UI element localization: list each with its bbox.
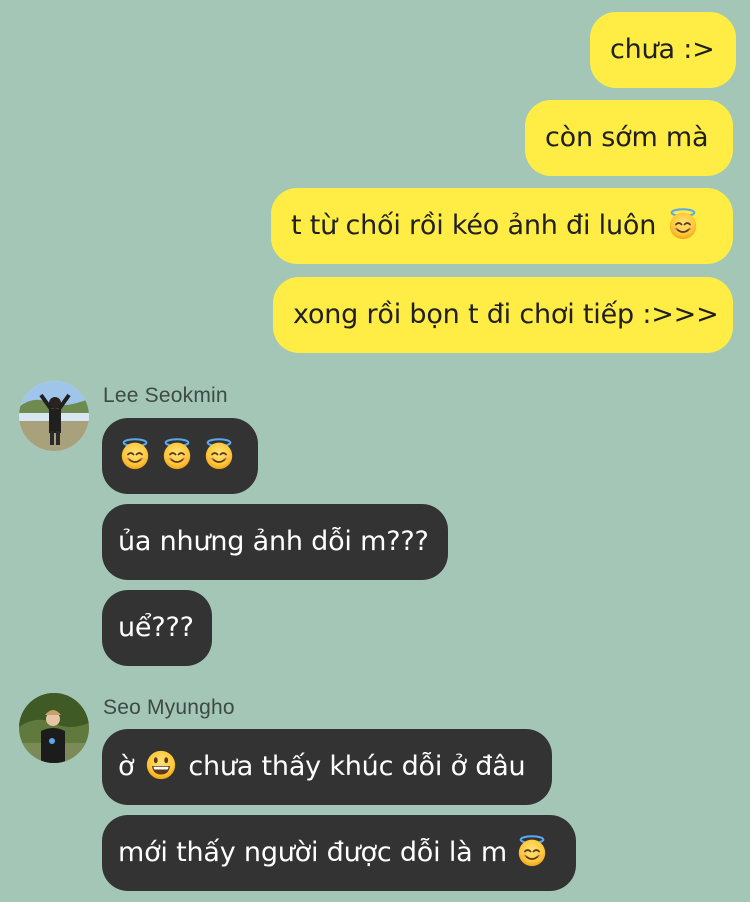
message-text: ờ (118, 751, 135, 782)
message-text: mới thấy người được dỗi là m (118, 837, 507, 868)
outgoing-message[interactable]: còn sớm mà (525, 100, 733, 176)
incoming-message[interactable] (102, 418, 258, 494)
message-text: t từ chối rồi kéo ảnh đi luôn (291, 210, 657, 241)
message-text: còn sớm mà (545, 122, 709, 153)
sender-name: Seo Myungho (103, 696, 235, 719)
chat-view[interactable]: chưa :> còn sớm mà t từ chối rồi kéo ảnh… (0, 0, 750, 902)
message-text: chưa thấy khúc dỗi ở đâu (188, 751, 526, 782)
halo-smile-emoji (118, 437, 152, 471)
halo-smile-emoji (202, 437, 236, 471)
message-text: ủa nhưng ảnh dỗi m??? (118, 526, 429, 557)
message-text: chưa :> (610, 34, 715, 65)
grin-emoji (144, 748, 178, 782)
halo-smile-emoji (666, 207, 700, 241)
avatar-seo-myungho[interactable] (19, 693, 89, 763)
incoming-message[interactable]: ủa nhưng ảnh dỗi m??? (102, 504, 448, 580)
avatar-lee-seokmin[interactable] (19, 381, 89, 451)
outgoing-message[interactable]: xong rồi bọn t đi chơi tiếp :>>> (273, 277, 733, 353)
sender-name: Lee Seokmin (103, 384, 228, 407)
incoming-message[interactable]: ờ chưa thấy khúc dỗi ở đâu (102, 729, 552, 805)
incoming-message[interactable]: mới thấy người được dỗi là m (102, 815, 576, 891)
halo-smile-emoji (160, 437, 194, 471)
halo-smile-emoji (515, 834, 549, 868)
message-text: xong rồi bọn t đi chơi tiếp :>>> (293, 299, 719, 330)
outgoing-message[interactable]: chưa :> (590, 12, 736, 88)
outgoing-message[interactable]: t từ chối rồi kéo ảnh đi luôn (271, 188, 733, 264)
incoming-message[interactable]: uể??? (102, 590, 212, 666)
message-text: uể??? (118, 612, 194, 643)
